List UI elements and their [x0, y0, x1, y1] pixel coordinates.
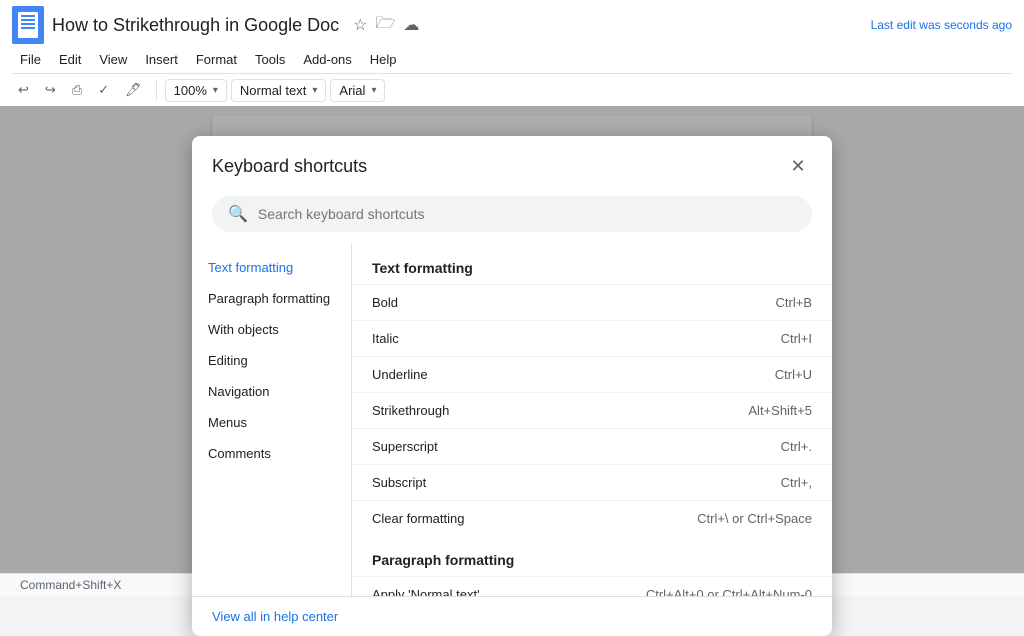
last-edit[interactable]: Last edit was seconds ago: [871, 18, 1012, 32]
shortcut-key: Ctrl+.: [781, 439, 812, 454]
shortcut-name: Superscript: [372, 439, 438, 454]
undo-button[interactable]: ↩: [12, 78, 35, 102]
nav-item-paragraph-formatting[interactable]: Paragraph formatting: [192, 283, 351, 314]
menu-edit[interactable]: Edit: [51, 48, 89, 71]
doc-title: How to Strikethrough in Google Doc: [52, 15, 339, 36]
bottom-bar-text: Command+Shift+X: [20, 578, 121, 592]
top-bar: How to Strikethrough in Google Doc ☆ 🗁 ☁…: [0, 0, 1024, 106]
modal-header: Keyboard shortcuts ✕: [192, 136, 832, 188]
star-icon[interactable]: ☆: [353, 15, 367, 35]
shortcut-row: Superscript Ctrl+.: [352, 428, 832, 464]
nav-item-with-objects[interactable]: With objects: [192, 314, 351, 345]
shortcut-name: Apply 'Normal text': [372, 587, 480, 596]
print-button[interactable]: ⎙: [66, 78, 88, 102]
menu-row: File Edit View Insert Format Tools Add-o…: [12, 48, 1012, 73]
title-icons: ☆ 🗁 ☁: [353, 12, 419, 39]
menu-view[interactable]: View: [91, 48, 135, 71]
shortcut-row: Bold Ctrl+B: [352, 284, 832, 320]
shortcut-name: Subscript: [372, 475, 426, 490]
shortcut-name: Strikethrough: [372, 403, 449, 418]
shortcut-name: Italic: [372, 331, 399, 346]
modal-overlay: Keyboard shortcuts ✕ 🔍 Text formattingPa…: [0, 106, 1024, 573]
shortcut-name: Clear formatting: [372, 511, 464, 526]
zoom-value: 100%: [174, 83, 207, 98]
shortcut-key: Ctrl+B: [776, 295, 812, 310]
modal-close-button[interactable]: ✕: [784, 152, 812, 180]
shortcut-row: Clear formatting Ctrl+\ or Ctrl+Space: [352, 500, 832, 536]
shortcut-row: Underline Ctrl+U: [352, 356, 832, 392]
shortcut-row: Italic Ctrl+I: [352, 320, 832, 356]
sidebar-nav: Text formattingParagraph formattingWith …: [192, 244, 352, 596]
nav-item-text-formatting[interactable]: Text formatting: [192, 252, 351, 283]
search-row: 🔍: [192, 188, 832, 244]
doc-icon: [12, 6, 44, 44]
menu-tools[interactable]: Tools: [247, 48, 293, 71]
view-all-link[interactable]: View all in help center: [212, 609, 338, 624]
style-value: Normal text: [240, 83, 306, 98]
search-box: 🔍: [212, 196, 812, 232]
nav-item-editing[interactable]: Editing: [192, 345, 351, 376]
shortcut-key: Ctrl+,: [781, 475, 812, 490]
shortcut-key: Alt+Shift+5: [748, 403, 812, 418]
toolbar-row: ↩ ↪ ⎙ ✓ 🖊 100% ▾ Normal text ▾ Arial ▾: [12, 73, 1012, 106]
font-dropdown[interactable]: Arial ▾: [330, 79, 385, 102]
font-value: Arial: [339, 83, 365, 98]
title-row: How to Strikethrough in Google Doc ☆ 🗁 ☁…: [12, 6, 1012, 48]
menu-addons[interactable]: Add-ons: [295, 48, 359, 71]
folder-icon[interactable]: 🗁: [376, 12, 396, 39]
nav-item-menus[interactable]: Menus: [192, 407, 351, 438]
section-header: Text formatting: [352, 244, 832, 284]
shortcut-key: Ctrl+U: [775, 367, 812, 382]
toolbar-separator-1: [156, 80, 157, 100]
nav-item-comments[interactable]: Comments: [192, 438, 351, 469]
keyboard-shortcuts-modal: Keyboard shortcuts ✕ 🔍 Text formattingPa…: [192, 136, 832, 636]
content-area: Text formatting Bold Ctrl+B Italic Ctrl+I Und…: [352, 244, 832, 596]
menu-help[interactable]: Help: [362, 48, 405, 71]
shortcut-row: Subscript Ctrl+,: [352, 464, 832, 500]
shortcut-key: Ctrl+I: [781, 331, 812, 346]
doc-area: Keyboard shortcuts ✕ 🔍 Text formattingPa…: [0, 106, 1024, 573]
shortcut-row: Apply 'Normal text' Ctrl+Alt+0 or Ctrl+Al…: [352, 576, 832, 596]
menu-format[interactable]: Format: [188, 48, 245, 71]
redo-button[interactable]: ↪: [39, 78, 62, 102]
shortcut-key: Ctrl+\ or Ctrl+Space: [697, 511, 812, 526]
zoom-chevron-icon: ▾: [213, 85, 218, 96]
shortcut-key: Ctrl+Alt+0 or Ctrl+Alt+Num-0: [646, 587, 812, 596]
nav-item-navigation[interactable]: Navigation: [192, 376, 351, 407]
style-dropdown[interactable]: Normal text ▾: [231, 79, 327, 102]
font-chevron-icon: ▾: [371, 85, 376, 96]
style-chevron-icon: ▾: [312, 85, 317, 96]
zoom-dropdown[interactable]: 100% ▾: [165, 79, 227, 102]
search-input[interactable]: [258, 206, 796, 222]
shortcut-name: Bold: [372, 295, 398, 310]
menu-file[interactable]: File: [12, 48, 49, 71]
menu-insert[interactable]: Insert: [137, 48, 186, 71]
spellcheck-button[interactable]: ✓: [92, 78, 115, 102]
cloud-icon[interactable]: ☁: [403, 15, 419, 35]
shortcut-name: Underline: [372, 367, 428, 382]
modal-title: Keyboard shortcuts: [212, 156, 367, 177]
search-icon: 🔍: [228, 204, 248, 224]
section-header: Paragraph formatting: [352, 536, 832, 576]
shortcut-row: Strikethrough Alt+Shift+5: [352, 392, 832, 428]
paint-button[interactable]: 🖊: [119, 78, 148, 102]
modal-footer: View all in help center: [192, 596, 832, 636]
modal-body: Text formattingParagraph formattingWith …: [192, 244, 832, 596]
